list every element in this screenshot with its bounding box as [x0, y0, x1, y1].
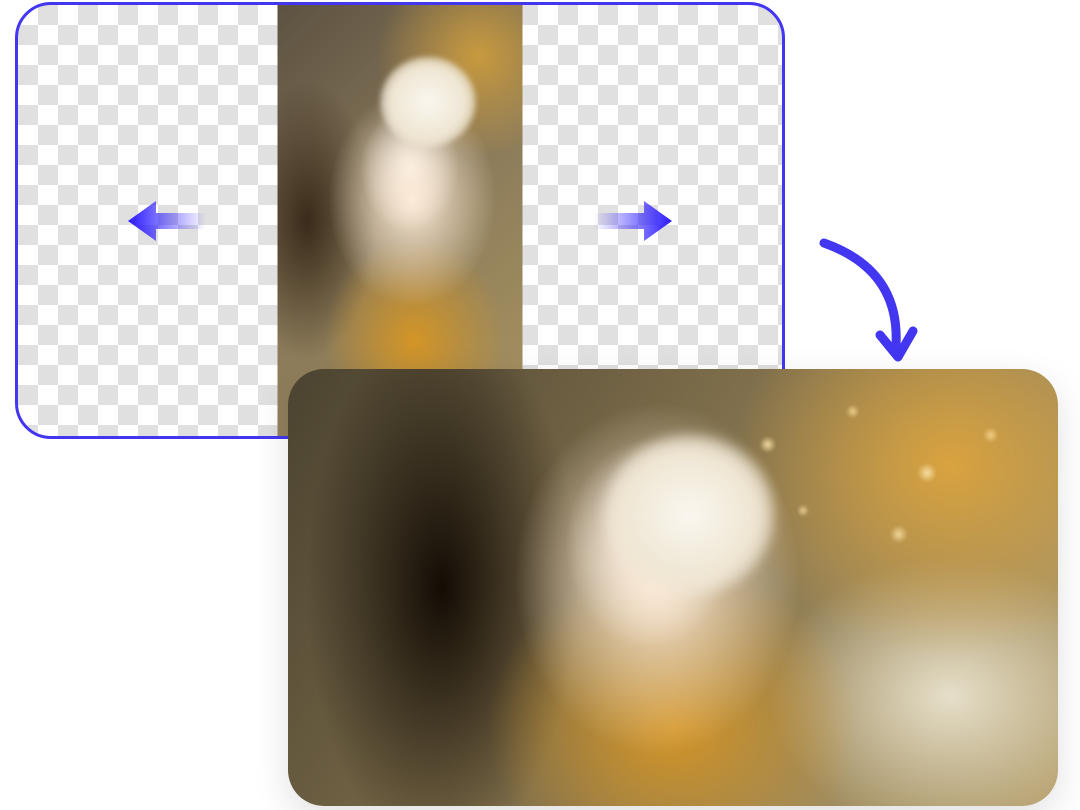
after-card	[288, 369, 1058, 806]
arrow-left-icon	[128, 197, 206, 245]
arrow-right-icon	[594, 197, 672, 245]
curve-arrow-icon	[810, 235, 920, 375]
